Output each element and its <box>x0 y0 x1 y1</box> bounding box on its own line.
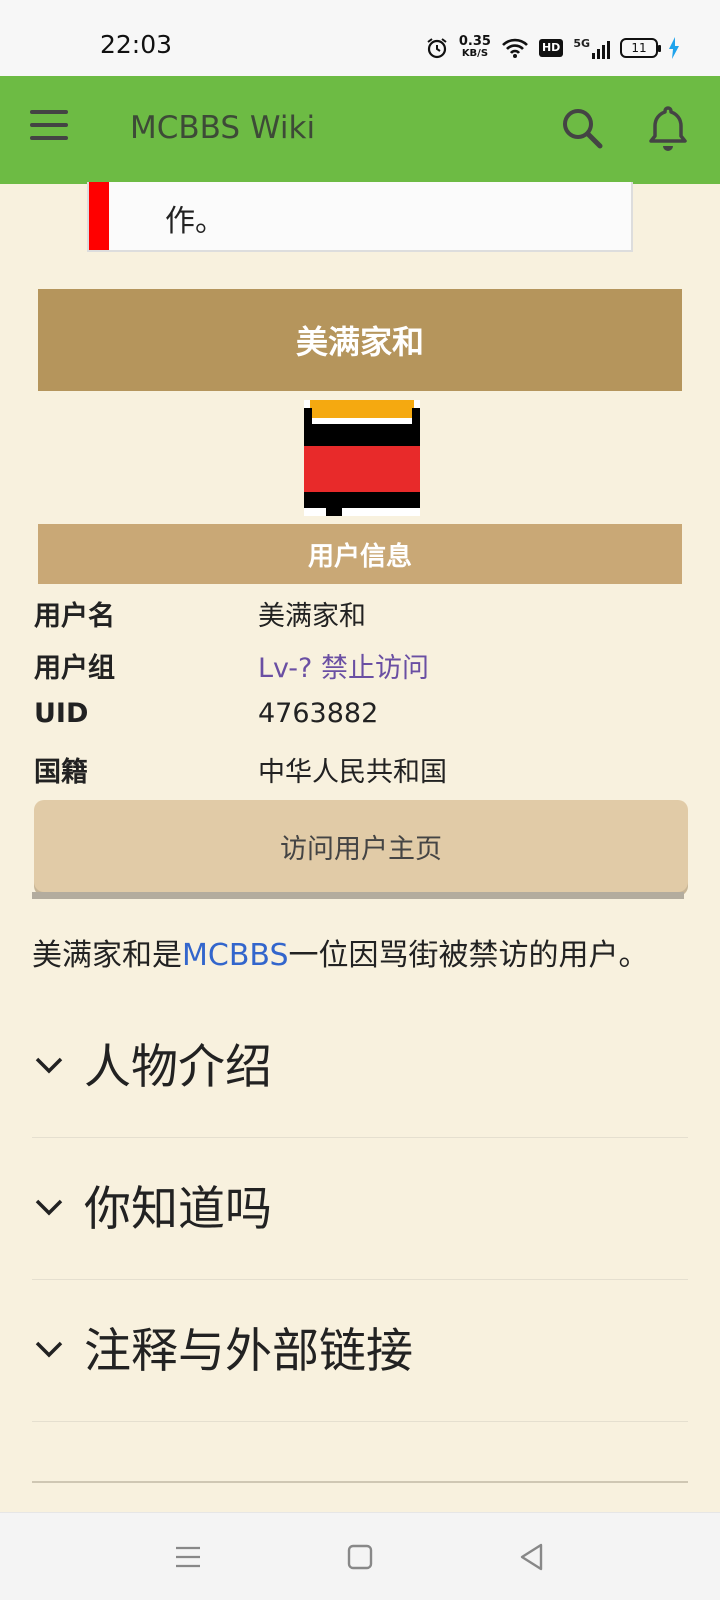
status-bar: 22:03 0.35 KB/S HD 5G 11 <box>0 0 720 76</box>
intro-paragraph: 美满家和是MCBBS一位因骂街被禁访的用户。 <box>32 930 702 974</box>
info-row-nationality: 国籍 中华人民共和国 <box>34 742 684 794</box>
status-icons: 0.35 KB/S HD 5G 11 <box>425 34 680 62</box>
home-icon[interactable] <box>344 1541 376 1573</box>
visit-homepage-button[interactable]: 访问用户主页 <box>34 800 688 892</box>
back-icon[interactable] <box>516 1541 548 1573</box>
info-label: 用户组 <box>34 653 115 684</box>
signal-type: 5G <box>573 37 590 50</box>
hd-badge: HD <box>538 39 564 57</box>
usergroup-link[interactable]: Lv-? 禁止访问 <box>258 646 429 685</box>
intro-text: 一位因骂街被禁访的用户。 <box>288 938 649 973</box>
notice-text: 作。 <box>165 204 225 239</box>
footer-divider <box>32 1481 688 1483</box>
notice-accent-bar <box>89 182 109 250</box>
status-time: 22:03 <box>100 30 173 59</box>
chevron-down-icon <box>35 1199 63 1216</box>
infobox-divider <box>32 892 684 899</box>
alarm-icon <box>427 38 447 59</box>
menu-button[interactable] <box>30 110 74 150</box>
bell-icon[interactable] <box>648 104 688 152</box>
info-row-uid: UID 4763882 <box>34 690 684 742</box>
battery-level: 11 <box>631 41 647 55</box>
system-nav-bar <box>0 1512 720 1600</box>
infobox-section-title: 用户信息 <box>38 524 682 584</box>
app-bar: MCBBS Wiki <box>0 76 720 184</box>
search-icon[interactable] <box>560 106 604 150</box>
infobox-title: 美满家和 <box>38 289 682 391</box>
notice-box: 作。 <box>87 182 633 252</box>
battery-icon: 11 <box>620 38 661 58</box>
network-speed-value: 0.35 <box>458 34 491 49</box>
mcbbs-link[interactable]: MCBBS <box>182 938 289 973</box>
info-label: 用户名 <box>34 601 115 632</box>
info-row-usergroup: 用户组 Lv-? 禁止访问 <box>34 638 684 690</box>
section-notes-links[interactable]: 注释与外部链接 <box>32 1282 688 1422</box>
network-speed: 0.35 KB/S <box>458 34 491 60</box>
section-title: 人物介绍 <box>84 1040 272 1095</box>
info-label: UID <box>34 698 89 729</box>
recent-apps-icon[interactable] <box>172 1541 204 1573</box>
section-character-intro[interactable]: 人物介绍 <box>32 998 688 1138</box>
wifi-icon <box>502 38 528 58</box>
section-title: 注释与外部链接 <box>84 1324 413 1379</box>
info-value: 4763882 <box>258 698 379 729</box>
info-label: 国籍 <box>34 757 88 788</box>
user-avatar <box>304 400 420 516</box>
section-title: 你知道吗 <box>84 1182 272 1237</box>
section-did-you-know[interactable]: 你知道吗 <box>32 1140 688 1280</box>
info-value: 美满家和 <box>258 601 366 632</box>
network-speed-unit: KB/S <box>461 48 489 59</box>
chevron-down-icon <box>35 1057 63 1074</box>
signal-icon: 5G <box>573 37 610 59</box>
chevron-down-icon <box>35 1341 63 1358</box>
info-row-username: 用户名 美满家和 <box>34 586 684 638</box>
charging-icon <box>669 37 679 59</box>
intro-text: 美满家和是 <box>32 938 182 973</box>
info-value: 中华人民共和国 <box>258 757 447 788</box>
app-title[interactable]: MCBBS Wiki <box>130 110 315 146</box>
